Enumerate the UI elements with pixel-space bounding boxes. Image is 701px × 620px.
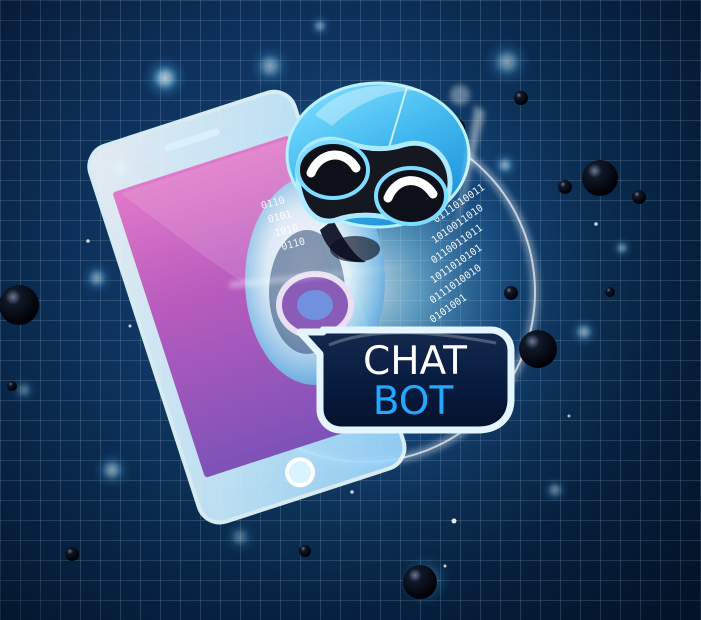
glow-orb-icon — [610, 236, 634, 260]
dark-orb — [7, 381, 17, 391]
sparkle — [594, 222, 598, 226]
chat-label-primary: CHAT — [363, 339, 467, 384]
glow-orb-icon — [482, 37, 532, 87]
chatbot-illustration: 0110 0101 1010 0110 0111010011 101001101… — [0, 0, 701, 620]
sparkle — [443, 564, 447, 568]
dark-orb — [65, 547, 79, 561]
sparkle — [86, 239, 90, 243]
sparkle — [350, 490, 354, 494]
glow-orb-icon — [540, 475, 570, 505]
flare-core — [450, 85, 470, 105]
sparkle — [128, 324, 132, 328]
robot-stand-center — [297, 290, 333, 320]
chatbot-artwork: 0110 0101 1010 0110 0111010011 101001101… — [0, 13, 646, 607]
dark-orb — [558, 180, 572, 194]
glow-orb-icon — [92, 450, 132, 490]
dark-orb — [0, 285, 39, 325]
glow-orb-icon — [568, 316, 600, 348]
dark-orb — [299, 545, 311, 557]
glow-orb-icon — [247, 43, 293, 89]
glow-orb-icon — [141, 54, 189, 102]
dark-orb — [582, 160, 618, 196]
glow-orb-icon — [307, 13, 333, 39]
dark-orb — [514, 91, 528, 105]
glow-orb-icon — [222, 519, 258, 555]
dark-orb — [519, 330, 557, 368]
chat-label-secondary: BOT — [373, 379, 454, 424]
sparkle — [451, 518, 457, 524]
chat-bubble-icon: CHAT BOT — [296, 326, 515, 434]
dark-orb — [504, 286, 518, 300]
dark-orb — [632, 190, 646, 204]
robot-body-shadow — [330, 236, 380, 262]
dark-orb — [403, 565, 437, 599]
sparkle — [567, 414, 571, 418]
glow-orb-icon — [79, 260, 115, 296]
glow-orb-icon — [490, 150, 520, 180]
dark-orb — [605, 287, 615, 297]
